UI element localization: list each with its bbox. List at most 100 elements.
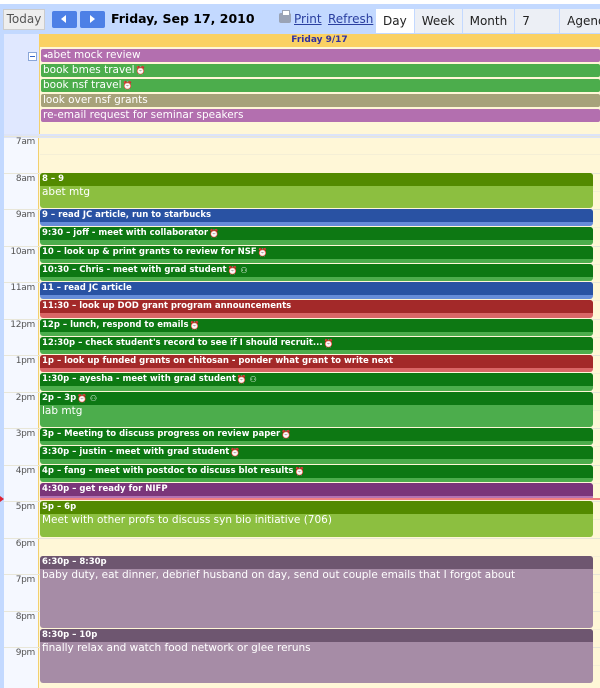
event-title: 12:30p – check student's record to see i…	[40, 336, 593, 350]
event-description: Meet with other profs to discuss syn bio…	[42, 514, 332, 526]
alarm-icon: ⏰	[189, 320, 200, 330]
today-button[interactable]: Today	[3, 9, 45, 30]
alarm-and-guests-icon: ⏰ ⚇	[236, 375, 257, 385]
current-time-marker-icon	[0, 496, 4, 503]
hour-label: 5pm	[15, 502, 36, 512]
calendar-event[interactable]: 6:30p – 8:30p baby duty, eat dinner, debr…	[40, 555, 593, 628]
hour-gridline	[4, 537, 600, 539]
calendar-event[interactable]: 10:30 – Chris - meet with grad student⏰ …	[40, 263, 593, 281]
calendar-event[interactable]: 3p – Meeting to discuss progress on revi…	[40, 428, 593, 446]
current-time-line	[40, 498, 600, 501]
hour-label: 11am	[10, 283, 35, 293]
calendar-event[interactable]: 10 – look up & print grants to review fo…	[40, 245, 593, 263]
event-title: 3p – Meeting to discuss progress on revi…	[40, 428, 593, 441]
event-title-text: 2p – 3p	[42, 392, 77, 403]
alarm-icon: ⏰	[230, 448, 241, 458]
calendar-event[interactable]: 5p – 6p Meet with other profs to discuss …	[40, 501, 593, 537]
calendar-event[interactable]: 1:30p – ayesha - meet with grad student⏰…	[40, 373, 593, 391]
calendar-event[interactable]: 11:30 – look up DOD grant program announ…	[40, 300, 593, 318]
alarm-icon: ⏰	[257, 247, 268, 257]
event-description: abet mtg	[42, 185, 91, 198]
event-title: 11 – read JC article	[40, 282, 593, 295]
alarm-and-guests-icon: ⏰ ⚇	[77, 393, 98, 403]
event-title-text: 12p – lunch, respond to emails	[42, 319, 189, 330]
event-title: 8:30p – 10p	[40, 628, 593, 642]
calendar-event[interactable]: 12p – lunch, respond to emails⏰	[40, 318, 593, 336]
refresh-link[interactable]: Refresh	[328, 12, 373, 26]
calendar-event[interactable]: 12:30p – check student's record to see i…	[40, 336, 593, 354]
event-title: 9:30 – joff - meet with collaborator⏰	[40, 227, 593, 241]
calendar-event[interactable]: 8 – 9 abet mtg	[40, 172, 593, 208]
hour-label: 7am	[15, 137, 35, 147]
day-time-grid[interactable]: 7am 8am 9am 10am 11am 12pm 1pm 2pm 3pm 4pm 5pm 6pm 7…	[0, 136, 600, 688]
event-title: 4p – fang - meet with postdoc to discuss…	[40, 464, 593, 478]
hour-label: 7pm	[15, 575, 36, 585]
hour-label: 9pm	[15, 648, 36, 658]
chevron-left-icon	[61, 15, 66, 23]
printer-icon[interactable]	[279, 10, 291, 23]
tab-agenda[interactable]: Agenda	[559, 9, 600, 33]
event-description: lab mtg	[42, 404, 83, 417]
allday-event-title: re-email request for seminar speakers	[43, 109, 244, 121]
previous-day-button[interactable]	[52, 11, 77, 28]
event-title: 6:30p – 8:30p	[40, 555, 593, 569]
tab-day[interactable]: Day	[375, 9, 414, 33]
event-title: 3:30p – justin - meet with grad student⏰	[40, 446, 593, 460]
alarm-icon: ⏰	[323, 338, 334, 348]
hour-label: 3pm	[15, 429, 36, 439]
calendar-event[interactable]: 9 – read JC article, run to starbucks	[40, 209, 593, 227]
tab-month[interactable]: Month	[461, 9, 515, 33]
tab-week[interactable]: Week	[413, 9, 462, 33]
next-day-button[interactable]	[80, 11, 105, 28]
allday-event[interactable]: book bmes travel⏰	[41, 64, 600, 77]
hour-label: 10am	[10, 246, 35, 257]
time-gutter: 7am 8am 9am 10am 11am 12pm 1pm 2pm 3pm 4pm 5pm 6pm 7…	[4, 137, 39, 688]
event-title: 12p – lunch, respond to emails⏰	[40, 318, 593, 332]
view-tabs: DayWeekMonth7 DaysAgenda	[375, 9, 600, 52]
calendar-event[interactable]: 1p – look up funded grants on chitosan -…	[40, 355, 593, 373]
hour-label: 8pm	[15, 611, 36, 622]
calendar-event[interactable]: 4p – fang - meet with postdoc to discuss…	[40, 464, 593, 482]
allday-event[interactable]: look over nsf grants	[41, 94, 600, 107]
calendar-app: Today Friday, Sep 17, 2010 Print Refresh…	[0, 0, 600, 688]
hour-label: 4pm	[15, 465, 36, 476]
allday-event[interactable]: ◂abet mock review	[41, 49, 600, 62]
allday-gutter	[4, 34, 39, 135]
allday-event-title: book nsf travel	[43, 79, 122, 91]
hour-label: 2pm	[15, 392, 36, 403]
event-title: 5p – 6p	[40, 501, 593, 514]
allday-event-title: abet mock review	[47, 49, 141, 61]
calendar-event[interactable]: 8:30p – 10p finally relax and watch food …	[40, 628, 593, 683]
calendar-event[interactable]: 3:30p – justin - meet with grad student⏰	[40, 446, 593, 464]
print-link[interactable]: Print	[294, 12, 322, 26]
event-title-text: 3:30p – justin - meet with grad student	[42, 447, 230, 458]
event-title-text: 1p – look up funded grants on chitosan -…	[42, 356, 394, 366]
event-title: 10:30 – Chris - meet with grad student⏰ …	[40, 263, 593, 277]
event-title-text: 1:30p – ayesha - meet with grad student	[42, 374, 236, 385]
half-hour-gridline	[40, 154, 600, 156]
alarm-icon: ⏰	[122, 81, 133, 90]
toolbar: Today Friday, Sep 17, 2010 Print Refresh…	[0, 0, 600, 52]
alarm-icon: ⏰	[294, 466, 305, 476]
event-title-text: 11 – read JC article	[42, 283, 132, 293]
event-title: 4:30p – get ready for NIFP	[40, 482, 593, 496]
event-title: 8 – 9	[40, 172, 593, 186]
event-title-text: 9:30 – joff - meet with collaborator	[42, 228, 209, 239]
alarm-and-guests-icon: ⏰ ⚇	[227, 265, 248, 275]
day-column-header[interactable]: Friday 9/17	[39, 34, 600, 47]
event-title: 2p – 3p⏰ ⚇	[40, 391, 593, 405]
event-title: 11:30 – look up DOD grant program announ…	[40, 300, 593, 314]
hour-label: 6pm	[15, 538, 36, 549]
calendar-event[interactable]: 11 – read JC article	[40, 282, 593, 300]
hour-label: 9am	[15, 210, 35, 220]
tab-7-days[interactable]: 7 Days	[514, 9, 560, 52]
event-title-text: 9 – read JC article, run to starbucks	[42, 210, 212, 220]
allday-event-title: book bmes travel	[43, 64, 135, 76]
allday-event[interactable]: re-email request for seminar speakers	[41, 109, 600, 122]
collapse-allday-button[interactable]	[28, 52, 37, 61]
hour-label: 12pm	[10, 319, 35, 330]
calendar-event[interactable]: 9:30 – joff - meet with collaborator⏰	[40, 227, 593, 245]
allday-event[interactable]: book nsf travel⏰	[41, 79, 600, 92]
calendar-event[interactable]: 2p – 3p⏰ ⚇ lab mtg	[40, 391, 593, 427]
event-title-text: 12:30p – check student's record to see i…	[42, 337, 323, 348]
